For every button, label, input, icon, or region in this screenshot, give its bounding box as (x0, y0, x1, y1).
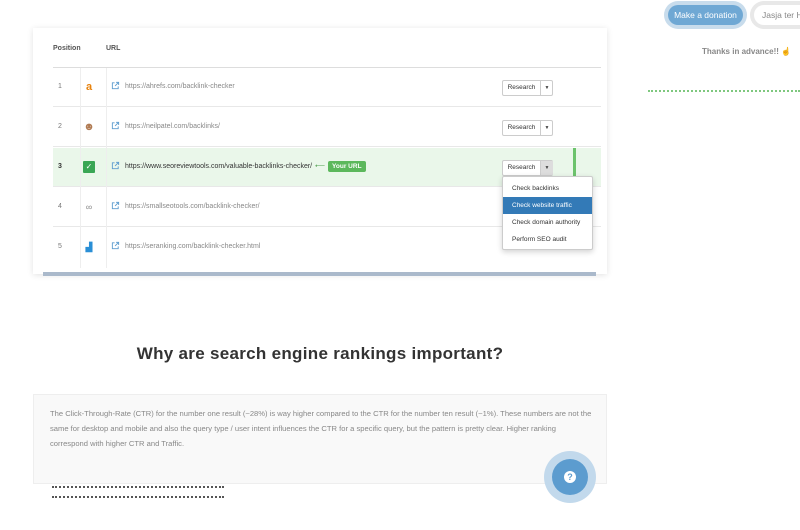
row-url-link[interactable]: https://www.seoreviewtools.com/valuable-… (125, 163, 312, 170)
column-header-url: URL (106, 45, 121, 52)
external-link-icon[interactable] (111, 121, 120, 130)
ahrefs-favicon-icon: a (85, 81, 93, 93)
donate-button-wrapper: Make a donation (664, 1, 747, 29)
research-label: Research (503, 121, 541, 135)
row-url-link[interactable]: https://smallseotools.com/backlink-check… (125, 203, 260, 210)
row-url-link[interactable]: https://neilpatel.com/backlinks/ (125, 123, 220, 130)
author-label: Jasja ter H (754, 5, 800, 25)
decorative-dots (52, 496, 224, 498)
external-link-icon[interactable] (111, 201, 120, 210)
research-dropdown-button[interactable]: Research ▼ (502, 120, 553, 136)
row-position: 3 (58, 163, 62, 170)
research-dropdown-button-open[interactable]: Research ▼ (502, 160, 553, 176)
decorative-dots (52, 486, 224, 488)
seranking-favicon-icon: ▟ (85, 242, 93, 252)
external-link-icon[interactable] (111, 241, 120, 250)
row-position: 4 (58, 203, 62, 210)
row-url-link[interactable]: https://seranking.com/backlink-checker.h… (125, 243, 260, 250)
external-link-icon[interactable] (111, 161, 120, 170)
table-row: 2 ☻ https://neilpatel.com/backlinks/ Res… (53, 108, 601, 147)
thanks-text: Thanks in advance!! ☝ (702, 47, 792, 56)
help-button-wrapper: ? (544, 451, 596, 503)
row-position: 5 (58, 243, 62, 250)
help-button[interactable]: ? (552, 459, 588, 495)
row-url-link[interactable]: https://ahrefs.com/backlink-checker (125, 83, 235, 90)
thumbs-up-icon: ☝ (781, 47, 792, 56)
caret-down-icon[interactable]: ▼ (541, 121, 553, 135)
your-url-indicator: ⟵ Your URL (315, 161, 366, 172)
external-link-icon[interactable] (111, 81, 120, 90)
menu-item-check-website-traffic[interactable]: Check website traffic (503, 197, 592, 214)
info-box: The Click-Through-Rate (CTR) for the num… (33, 394, 607, 484)
author-pill[interactable]: Jasja ter H (750, 1, 800, 29)
neilpatel-favicon-icon: ☻ (83, 121, 95, 133)
green-dotted-divider (648, 90, 800, 92)
menu-item-perform-seo-audit[interactable]: Perform SEO audit (503, 231, 592, 248)
caret-down-icon[interactable]: ▼ (541, 161, 553, 175)
make-donation-button[interactable]: Make a donation (668, 5, 743, 25)
row-position: 1 (58, 83, 62, 90)
card-bottom-bar (43, 272, 596, 276)
column-divider (80, 68, 81, 268)
research-label: Research (503, 81, 541, 95)
research-label: Research (503, 161, 541, 175)
your-url-badge: Your URL (328, 161, 366, 172)
question-icon: ? (564, 471, 576, 483)
info-paragraph: The Click-Through-Rate (CTR) for the num… (50, 409, 592, 448)
menu-item-check-domain-authority[interactable]: Check domain authority (503, 214, 592, 231)
menu-item-check-backlinks[interactable]: Check backlinks (503, 180, 592, 197)
smallseotools-favicon-icon: ∞ (85, 202, 93, 212)
table-row: 1 a https://ahrefs.com/backlink-checker … (53, 68, 601, 107)
column-divider (106, 68, 107, 268)
column-header-position: Position (53, 45, 81, 52)
arrow-left-icon: ⟵ (315, 163, 326, 170)
research-dropdown-button[interactable]: Research ▼ (502, 80, 553, 96)
section-heading: Why are search engine rankings important… (136, 344, 504, 363)
seoreviewtools-favicon-icon: ✓ (83, 161, 95, 173)
research-dropdown-menu: Check backlinks Check website traffic Ch… (502, 176, 593, 250)
row-position: 2 (58, 123, 62, 130)
caret-down-icon[interactable]: ▼ (541, 81, 553, 95)
